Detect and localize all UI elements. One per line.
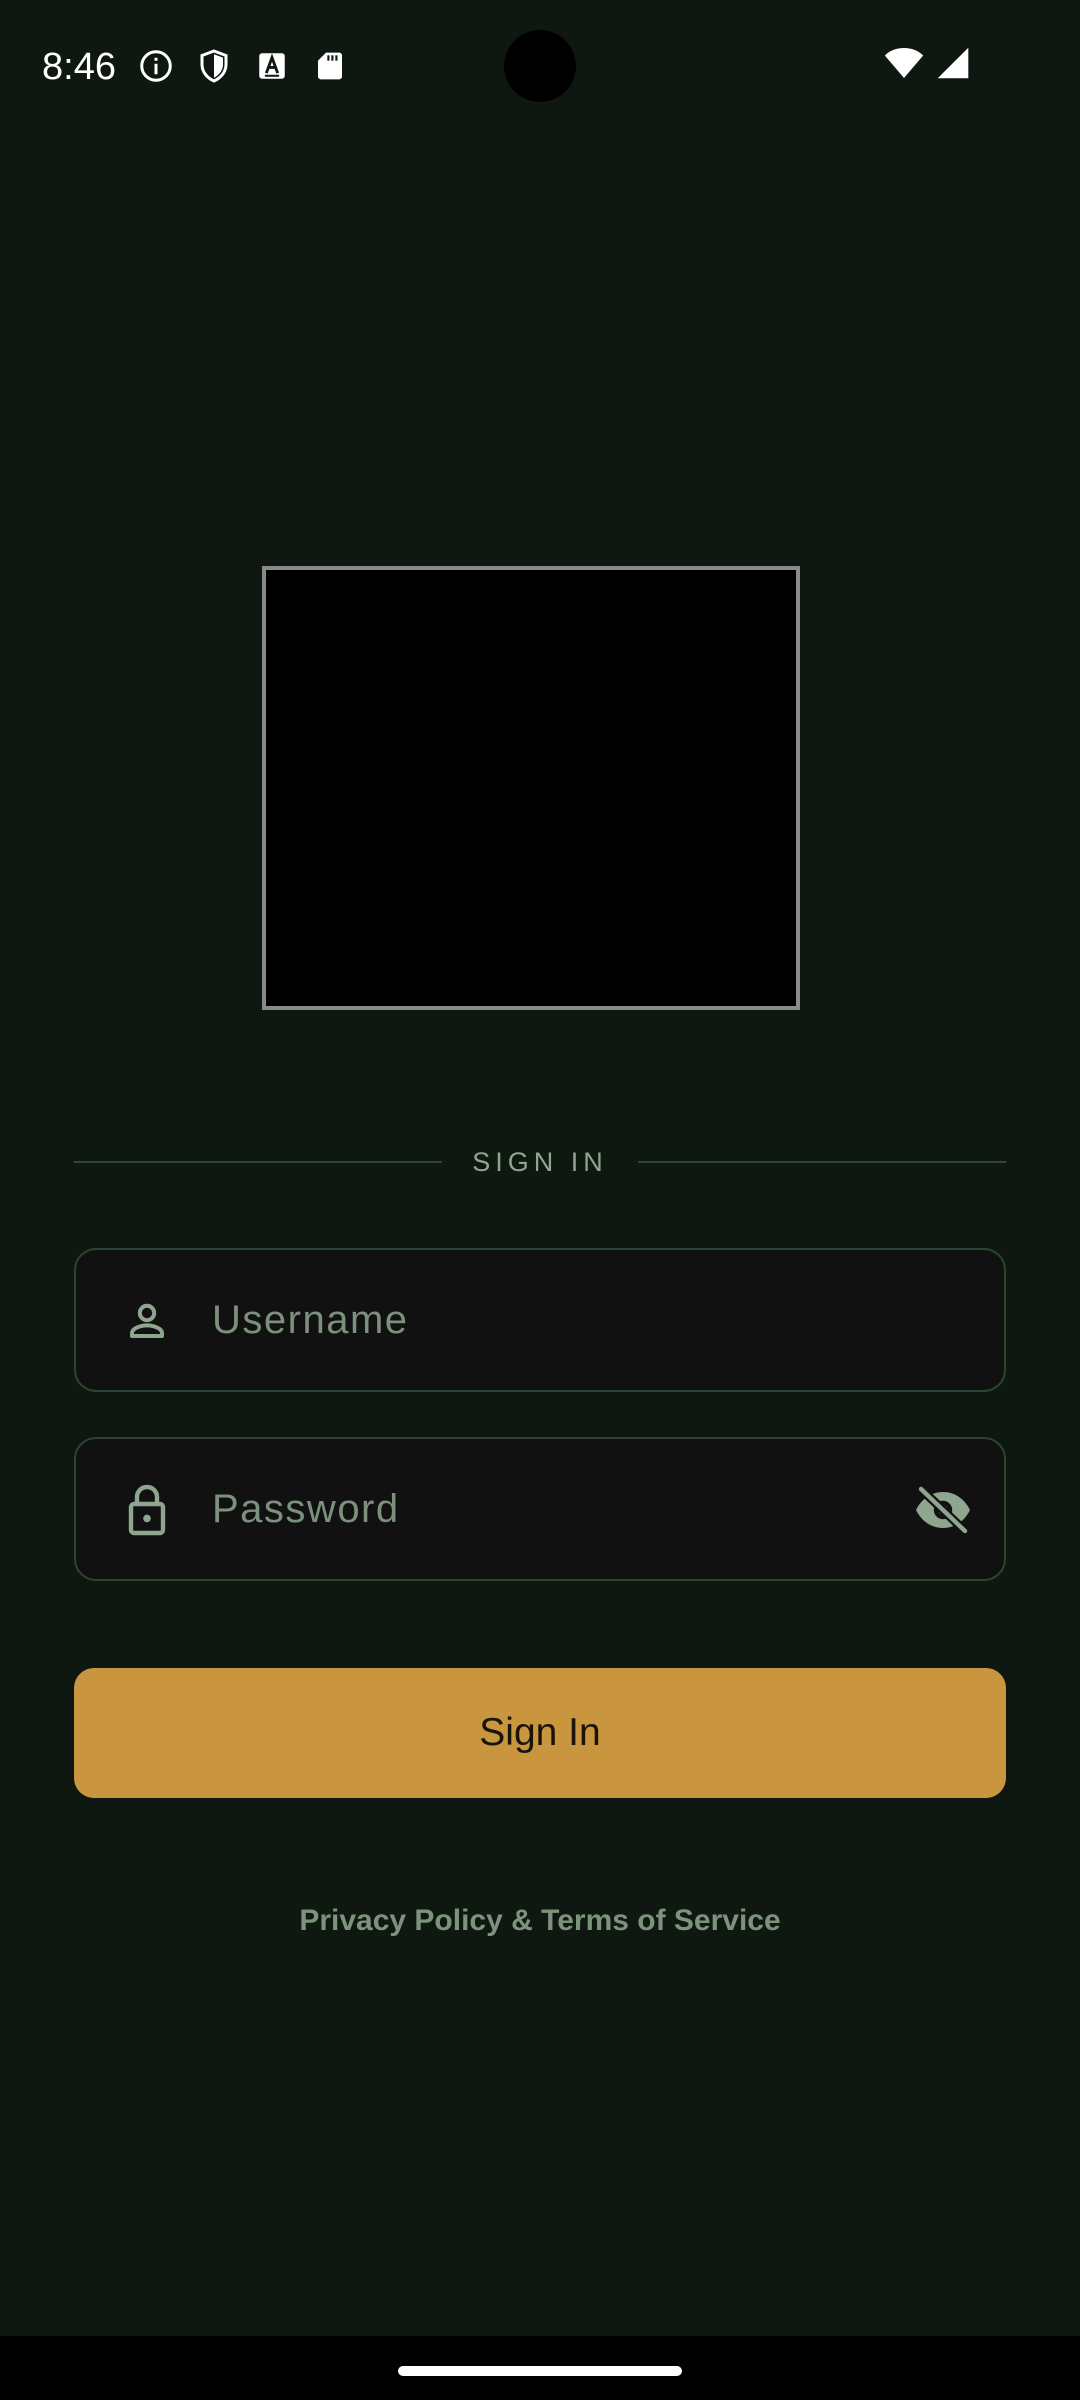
username-input[interactable] <box>212 1250 912 1390</box>
password-input[interactable] <box>212 1439 912 1579</box>
lock-icon <box>112 1475 182 1545</box>
sign-in-heading: SIGN IN <box>472 1146 608 1177</box>
status-icons-right <box>884 46 970 85</box>
navigation-bar <box>0 2336 1080 2400</box>
text-accessibility-icon <box>252 46 292 86</box>
password-field[interactable] <box>74 1437 1006 1581</box>
camera-cutout <box>504 30 576 102</box>
status-icons-left <box>136 46 350 86</box>
sign-in-button[interactable]: Sign In <box>74 1668 1006 1798</box>
sign-in-divider: SIGN IN <box>74 1140 1007 1184</box>
status-time: 8:46 <box>42 46 116 88</box>
divider-line-left <box>74 1161 443 1163</box>
privacy-terms-link[interactable]: Privacy Policy & Terms of Service <box>0 1904 1080 1938</box>
username-field[interactable] <box>74 1248 1006 1392</box>
cell-signal-icon <box>936 46 970 85</box>
home-gesture-handle[interactable] <box>398 2366 682 2376</box>
info-icon <box>136 46 176 86</box>
status-bar: 8:46 <box>0 0 1080 132</box>
person-icon <box>112 1286 182 1356</box>
app-logo-placeholder <box>262 566 800 1010</box>
eye-off-icon[interactable] <box>908 1475 978 1545</box>
shield-icon <box>194 46 234 86</box>
wifi-icon <box>884 46 924 85</box>
divider-line-right <box>637 1161 1007 1163</box>
sd-card-icon <box>310 46 350 86</box>
login-screen: 8:46 SIGN IN Username Sign In Privacy Po… <box>0 0 1080 2400</box>
